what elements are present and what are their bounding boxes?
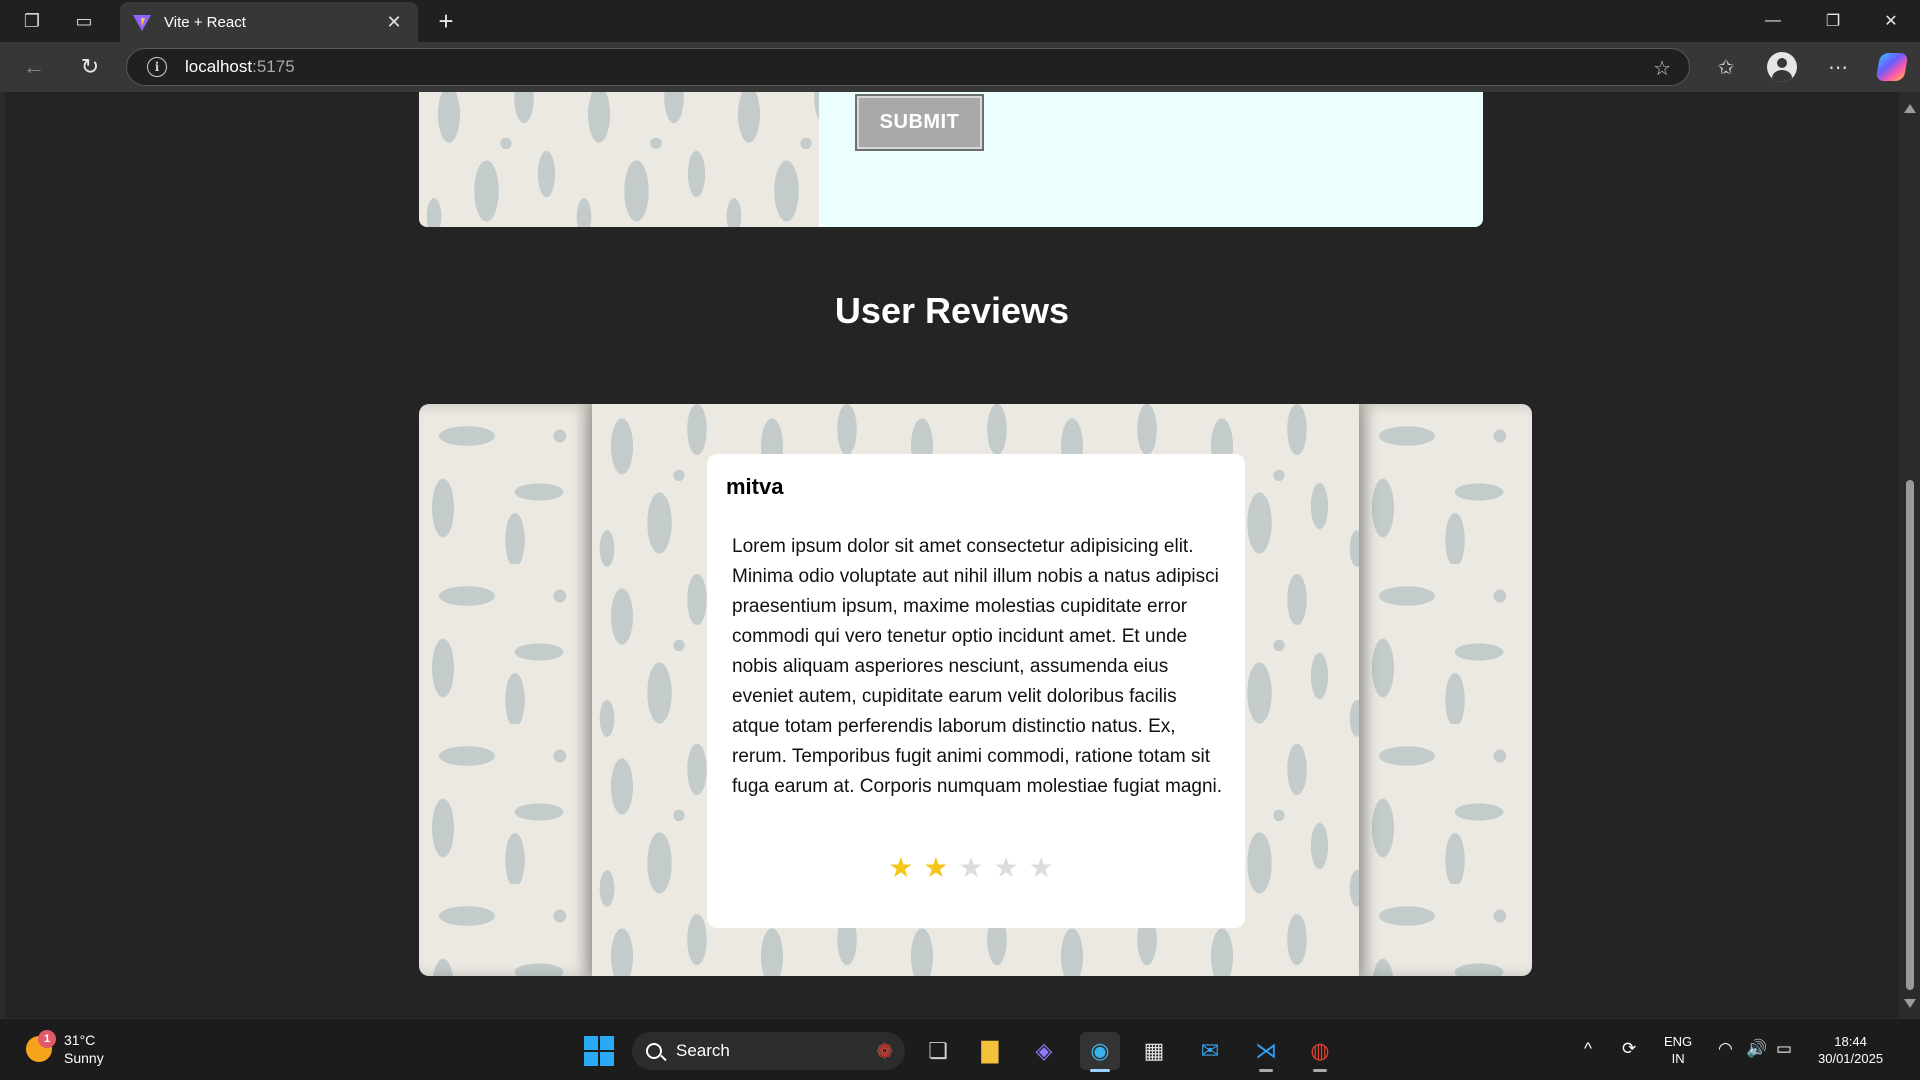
workspaces-icon[interactable]: ❐ [6,0,58,42]
sun-icon: 1 [26,1030,56,1062]
task-view-icon[interactable]: ❏ [918,1032,958,1070]
browser-tab[interactable]: Vite + React ✕ [120,2,418,42]
url-port: :5175 [252,57,295,76]
page-viewport: SUBMIT User Reviews mitva Lorem ipsum do… [5,92,1899,1018]
reload-button[interactable]: ↻ [72,50,108,84]
start-button[interactable] [584,1036,614,1066]
windows-logo-icon [584,1036,598,1050]
language-indicator[interactable]: ENG IN [1664,1033,1692,1067]
edge-browser-icon[interactable]: ◉ [1080,1032,1120,1072]
star-empty-icon: ★ [993,852,1029,883]
browser-titlebar: ❐ ▭ Vite + React ✕ + — ❐ ✕ [0,0,1920,42]
search-highlight-icon: ❁ [876,1041,893,1063]
mail-icon[interactable]: ✉ [1190,1032,1230,1070]
search-icon [646,1043,662,1059]
reviews-carousel: mitva Lorem ipsum dolor sit amet consect… [419,404,1532,976]
star-filled-icon: ★ [923,852,959,883]
notification-badge: 1 [38,1030,56,1048]
carousel-next-slide[interactable] [1359,404,1532,976]
star-empty-icon: ★ [958,852,994,883]
tab-actions-icon[interactable]: ▭ [58,0,110,42]
copilot-button[interactable] [1872,50,1912,84]
search-label: Search [676,1041,730,1060]
scroll-down-icon[interactable] [1904,999,1916,1008]
address-bar[interactable]: i localhost:5175 ☆ [126,48,1690,86]
form-decorative-image [419,92,819,227]
tab-close-icon[interactable]: ✕ [382,12,406,33]
submit-button[interactable]: SUBMIT [855,94,984,151]
taskbar-search[interactable]: Search ❁ [632,1032,905,1070]
browser-toolbar: ← ↻ i localhost:5175 ☆ ✩ ⋯ [0,42,1920,92]
back-button[interactable]: ← [16,50,52,84]
show-hidden-icons-icon[interactable]: ^ [1584,1039,1592,1059]
new-tab-button[interactable]: + [430,6,462,38]
vscode-icon[interactable]: ⋊ [1246,1032,1286,1072]
review-text: Lorem ipsum dolor sit amet consectetur a… [732,536,1223,797]
clock-time: 18:44 [1834,1034,1867,1049]
contact-form-card: SUBMIT [419,92,1483,227]
copilot-app-icon[interactable]: ◈ [1024,1032,1064,1070]
close-window-button[interactable]: ✕ [1862,0,1920,42]
scroll-up-icon[interactable] [1904,104,1916,113]
volume-icon[interactable]: 🔊 [1746,1039,1767,1059]
store-icon[interactable]: ▦ [1134,1032,1174,1070]
avatar-icon [1767,52,1797,82]
sync-icon[interactable]: ⟳ [1622,1039,1636,1059]
star-filled-icon: ★ [888,852,924,883]
site-info-icon[interactable]: i [147,57,167,77]
review-author: mitva [726,474,784,499]
minimize-button[interactable]: — [1744,0,1802,42]
more-menu-icon[interactable]: ⋯ [1818,50,1858,84]
windows-taskbar: 1 31°C Sunny Search ❁ ❏ ▇ ◈ ◉ ▦ ✉ ⋊ ◍ ^ … [0,1018,1920,1080]
scroll-thumb[interactable] [1906,480,1914,990]
battery-icon[interactable]: ▭ [1776,1039,1792,1059]
weather-temp: 31°C [64,1032,96,1048]
tab-title: Vite + React [164,13,246,31]
weather-desc: Sunny [64,1050,104,1066]
favorite-star-icon[interactable]: ☆ [1653,56,1671,81]
carousel-prev-slide[interactable] [419,404,592,976]
file-explorer-icon[interactable]: ▇ [970,1032,1010,1070]
wifi-icon[interactable]: ◠ [1718,1039,1733,1059]
page-scrollbar[interactable] [1899,92,1920,1018]
weather-widget[interactable]: 1 31°C Sunny [26,1030,104,1067]
url-host: localhost [185,57,253,76]
section-title: User Reviews [834,290,1070,331]
copilot-icon [1875,53,1909,81]
favorites-icon[interactable]: ✩ [1706,50,1746,84]
vite-favicon-icon [133,15,151,31]
clock-date: 30/01/2025 [1818,1051,1884,1066]
restore-button[interactable]: ❐ [1804,0,1862,42]
review-card: mitva Lorem ipsum dolor sit amet consect… [707,454,1245,928]
chrome-icon[interactable]: ◍ [1300,1032,1340,1072]
review-rating: ★★★★★ [707,851,1245,884]
clock[interactable]: 18:44 30/01/2025 [1818,1033,1883,1067]
star-empty-icon: ★ [1028,852,1064,883]
form-panel: SUBMIT [819,92,1483,227]
profile-button[interactable] [1762,50,1802,84]
